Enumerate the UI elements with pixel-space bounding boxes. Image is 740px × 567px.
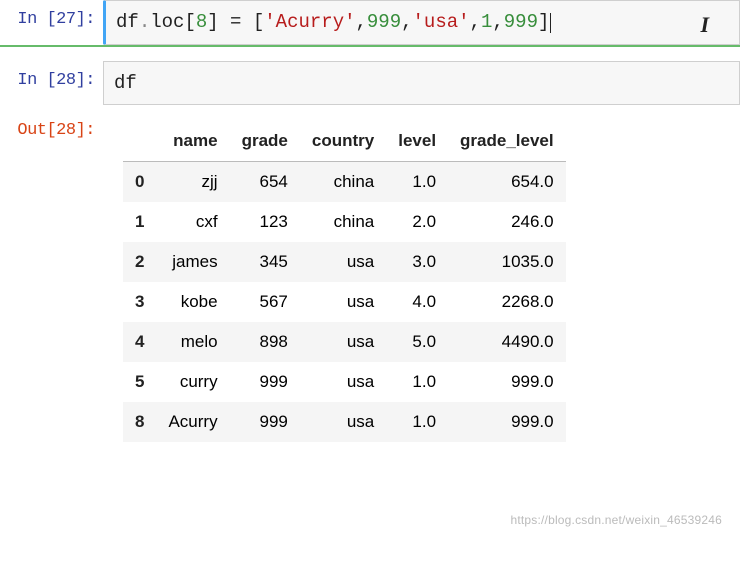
table-row: 8 Acurry 999 usa 1.0 999.0 (123, 402, 566, 442)
cell: kobe (156, 282, 229, 322)
code-token: ] (207, 11, 218, 33)
code-token: . (139, 11, 150, 33)
code-token: 999 (367, 11, 401, 33)
cell: 5.0 (386, 322, 448, 362)
cell: china (300, 202, 386, 242)
cell: 246.0 (448, 202, 566, 242)
code-token: = (219, 11, 253, 33)
code-token: ] (538, 11, 549, 33)
cell: 654.0 (448, 162, 566, 203)
cell: melo (156, 322, 229, 362)
cell: usa (300, 402, 386, 442)
cell-separator (0, 45, 740, 47)
watermark: https://blog.csdn.net/weixin_46539246 (510, 513, 722, 527)
cell: 4.0 (386, 282, 448, 322)
cell: 2268.0 (448, 282, 566, 322)
output-area-28: name grade country level grade_level 0 z… (103, 111, 740, 447)
cell: 999 (230, 402, 300, 442)
cell: 345 (230, 242, 300, 282)
cell: 3.0 (386, 242, 448, 282)
cell: usa (300, 242, 386, 282)
cell: cxf (156, 202, 229, 242)
cell: 567 (230, 282, 300, 322)
code-input-28[interactable]: df (103, 61, 740, 106)
ibeam-cursor-icon: I (700, 11, 709, 40)
cell: 999.0 (448, 362, 566, 402)
code-token: 8 (196, 11, 207, 33)
row-index: 4 (123, 322, 156, 362)
column-header: level (386, 121, 448, 162)
cell: 1.0 (386, 362, 448, 402)
code-token: df (114, 72, 137, 94)
column-header: name (156, 121, 229, 162)
cell: 999 (230, 362, 300, 402)
output-prompt-28: Out[28]: (0, 111, 103, 150)
table-header-row: name grade country level grade_level (123, 121, 566, 162)
code-token: , (492, 11, 503, 33)
code-token: [ (253, 11, 264, 33)
cell: usa (300, 282, 386, 322)
table-row: 2 james 345 usa 3.0 1035.0 (123, 242, 566, 282)
input-prompt-27: In [27]: (0, 0, 103, 39)
cell: usa (300, 322, 386, 362)
table-row: 3 kobe 567 usa 4.0 2268.0 (123, 282, 566, 322)
cell: 1035.0 (448, 242, 566, 282)
code-token: 'Acurry' (264, 11, 355, 33)
row-index: 5 (123, 362, 156, 402)
input-prompt-28: In [28]: (0, 61, 103, 100)
column-header: grade_level (448, 121, 566, 162)
code-input-27[interactable]: df.loc[8] = ['Acurry',999,'usa',1,999] I (103, 0, 740, 45)
cell: 2.0 (386, 202, 448, 242)
column-header: grade (230, 121, 300, 162)
cell: 654 (230, 162, 300, 203)
cell: 123 (230, 202, 300, 242)
row-index: 3 (123, 282, 156, 322)
cell: usa (300, 362, 386, 402)
code-token: , (356, 11, 367, 33)
code-token: [ (184, 11, 195, 33)
text-cursor (550, 13, 551, 33)
cell: james (156, 242, 229, 282)
code-token: 999 (504, 11, 538, 33)
code-token: 1 (481, 11, 492, 33)
cell: 1.0 (386, 162, 448, 203)
table-row: 4 melo 898 usa 5.0 4490.0 (123, 322, 566, 362)
code-token: , (470, 11, 481, 33)
cell: 1.0 (386, 402, 448, 442)
table-row: 1 cxf 123 china 2.0 246.0 (123, 202, 566, 242)
code-token: 'usa' (413, 11, 470, 33)
row-index: 0 (123, 162, 156, 203)
code-token: df (116, 11, 139, 33)
code-token: loc (150, 11, 184, 33)
cell: curry (156, 362, 229, 402)
dataframe-table: name grade country level grade_level 0 z… (123, 121, 566, 442)
code-cell-28: In [28]: df (0, 61, 740, 106)
code-cell-27: In [27]: df.loc[8] = ['Acurry',999,'usa'… (0, 0, 740, 45)
code-token: , (401, 11, 412, 33)
cell: 999.0 (448, 402, 566, 442)
row-index: 1 (123, 202, 156, 242)
table-body: 0 zjj 654 china 1.0 654.0 1 cxf 123 chin… (123, 162, 566, 443)
column-header: country (300, 121, 386, 162)
row-index: 8 (123, 402, 156, 442)
cell: china (300, 162, 386, 203)
output-cell-28: Out[28]: name grade country level grade_… (0, 111, 740, 447)
cell: 4490.0 (448, 322, 566, 362)
table-row: 5 curry 999 usa 1.0 999.0 (123, 362, 566, 402)
cell: zjj (156, 162, 229, 203)
row-index: 2 (123, 242, 156, 282)
cell: Acurry (156, 402, 229, 442)
cell: 898 (230, 322, 300, 362)
table-row: 0 zjj 654 china 1.0 654.0 (123, 162, 566, 203)
table-corner-cell (123, 121, 156, 162)
